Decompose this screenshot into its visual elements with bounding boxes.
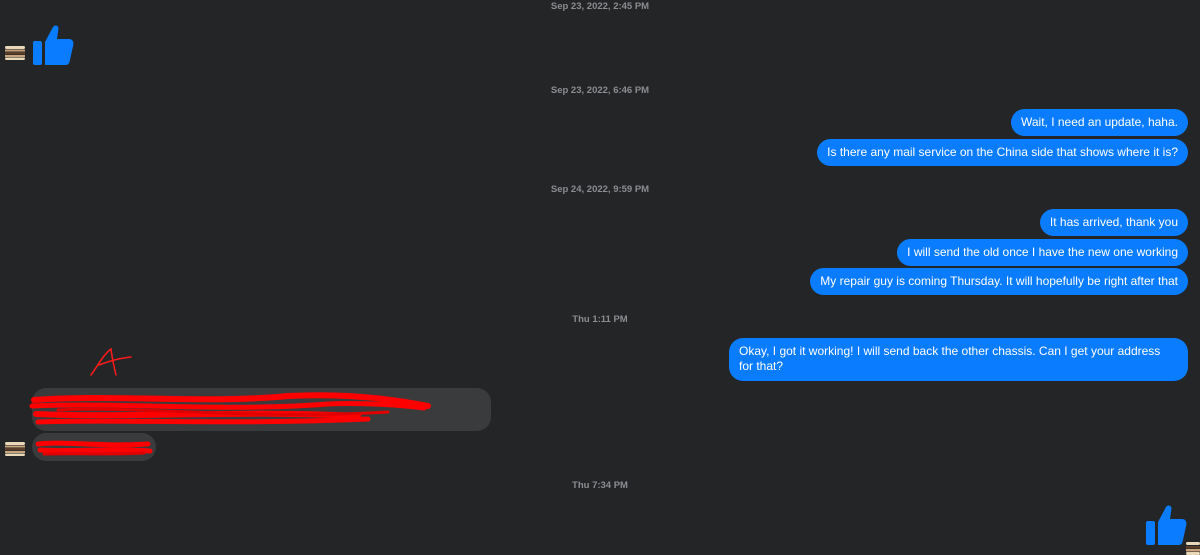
timestamp: Sep 23, 2022, 2:45 PM — [550, 1, 650, 12]
contact-avatar-icon — [5, 442, 25, 456]
sent-message[interactable]: Okay, I got it working! I will send back… — [729, 338, 1188, 381]
thumbs-up-icon[interactable] — [31, 23, 75, 67]
thumbs-up-icon[interactable] — [1144, 503, 1188, 547]
redaction-scribble — [29, 392, 431, 425]
timestamp: Thu 7:34 PM — [572, 480, 628, 491]
read-receipt-avatar-icon — [1186, 542, 1200, 555]
message-thread: Sep 23, 2022, 2:45 PM Sep 23, 2022, 6:46… — [0, 0, 1200, 555]
sent-message[interactable]: Wait, I need an update, haha. — [1010, 109, 1188, 136]
contact-avatar-icon — [5, 46, 25, 60]
redaction-scribble — [35, 440, 153, 456]
sent-message[interactable]: I will send the old once I have the new … — [897, 239, 1188, 266]
sent-message[interactable]: My repair guy is coming Thursday. It wil… — [810, 268, 1188, 295]
sent-message[interactable]: Is there any mail service on the China s… — [817, 139, 1188, 166]
handwritten-annotation — [90, 347, 132, 376]
timestamp: Sep 23, 2022, 6:46 PM — [550, 85, 650, 96]
timestamp: Thu 1:11 PM — [572, 314, 628, 325]
sent-message[interactable]: It has arrived, thank you — [1039, 209, 1188, 236]
timestamp: Sep 24, 2022, 9:59 PM — [550, 184, 650, 195]
